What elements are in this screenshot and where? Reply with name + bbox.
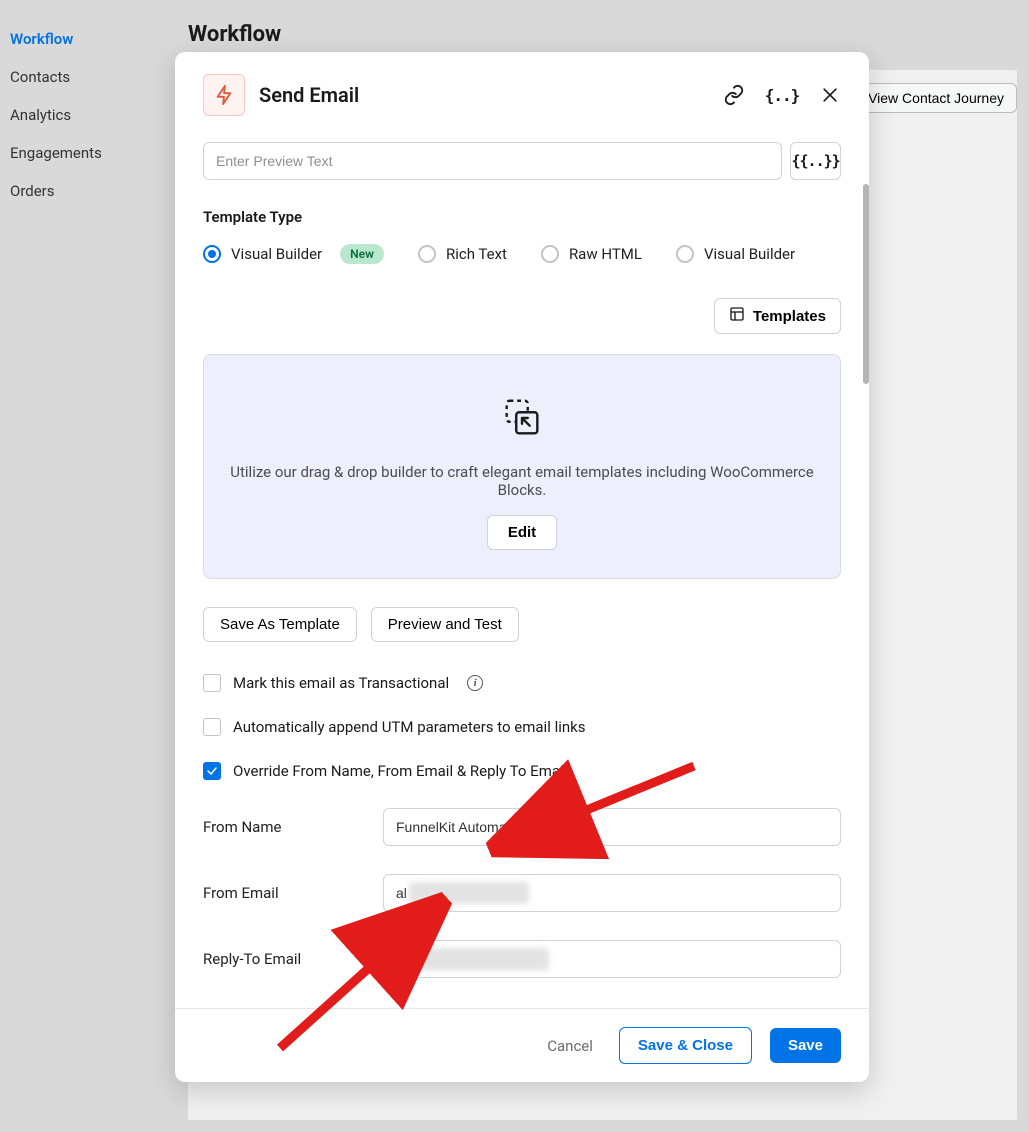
transactional-label: Mark this email as Transactional: [233, 674, 449, 692]
reply-to-label: Reply-To Email: [203, 950, 383, 968]
send-email-icon: [203, 74, 245, 116]
template-option-rich-text[interactable]: Rich Text: [418, 245, 507, 263]
sidebar-item-workflow[interactable]: Workflow: [10, 20, 170, 58]
transactional-checkbox[interactable]: [203, 674, 221, 692]
sidebar: Workflow Contacts Analytics Engagements …: [0, 20, 170, 210]
from-email-label: From Email: [203, 884, 383, 902]
modal-header: Send Email {..}: [175, 52, 869, 124]
template-type-options: Visual Builder New Rich Text Raw HTML Vi…: [203, 244, 841, 264]
override-label: Override From Name, From Email & Reply T…: [233, 762, 567, 780]
close-icon[interactable]: [819, 84, 841, 106]
link-icon[interactable]: [723, 84, 745, 106]
sidebar-item-orders[interactable]: Orders: [10, 172, 170, 210]
templates-icon: [729, 306, 745, 326]
from-name-label: From Name: [203, 818, 383, 836]
override-checkbox[interactable]: [203, 762, 221, 780]
insert-merge-tag-button[interactable]: {{..}}: [790, 142, 841, 180]
save-and-close-button[interactable]: Save & Close: [619, 1027, 752, 1064]
preview-text-input[interactable]: [203, 142, 782, 180]
sidebar-item-analytics[interactable]: Analytics: [10, 96, 170, 134]
view-contact-journey-button[interactable]: View Contact Journey: [855, 83, 1017, 113]
save-button[interactable]: Save: [770, 1028, 841, 1063]
new-badge: New: [340, 244, 384, 264]
builder-description: Utilize our drag & drop builder to craft…: [220, 463, 824, 499]
save-as-template-button[interactable]: Save As Template: [203, 607, 357, 642]
send-email-modal: Send Email {..} {{..}} Template Type: [175, 52, 869, 1082]
edit-template-button[interactable]: Edit: [487, 515, 557, 550]
modal-body: {{..}} Template Type Visual Builder New …: [175, 124, 869, 1008]
merge-tags-icon[interactable]: {..}: [771, 84, 793, 106]
from-name-input[interactable]: [383, 808, 841, 846]
preview-and-test-button[interactable]: Preview and Test: [371, 607, 519, 642]
cancel-button[interactable]: Cancel: [539, 1031, 601, 1061]
utm-label: Automatically append UTM parameters to e…: [233, 718, 586, 736]
template-option-raw-html[interactable]: Raw HTML: [541, 245, 642, 263]
modal-footer: Cancel Save & Close Save: [175, 1008, 869, 1082]
scrollbar[interactable]: [863, 184, 869, 384]
drag-drop-icon: [499, 429, 545, 445]
info-icon[interactable]: i: [467, 675, 483, 691]
builder-preview-panel: Utilize our drag & drop builder to craft…: [203, 354, 841, 579]
template-option-visual-builder[interactable]: Visual Builder: [676, 245, 795, 263]
utm-checkbox[interactable]: [203, 718, 221, 736]
sidebar-item-contacts[interactable]: Contacts: [10, 58, 170, 96]
template-type-label: Template Type: [203, 208, 841, 226]
modal-title: Send Email: [259, 83, 359, 107]
page-title: Workflow: [188, 22, 281, 47]
sidebar-item-engagements[interactable]: Engagements: [10, 134, 170, 172]
template-option-visual-builder-new[interactable]: Visual Builder New: [203, 244, 384, 264]
templates-button[interactable]: Templates: [714, 298, 841, 334]
